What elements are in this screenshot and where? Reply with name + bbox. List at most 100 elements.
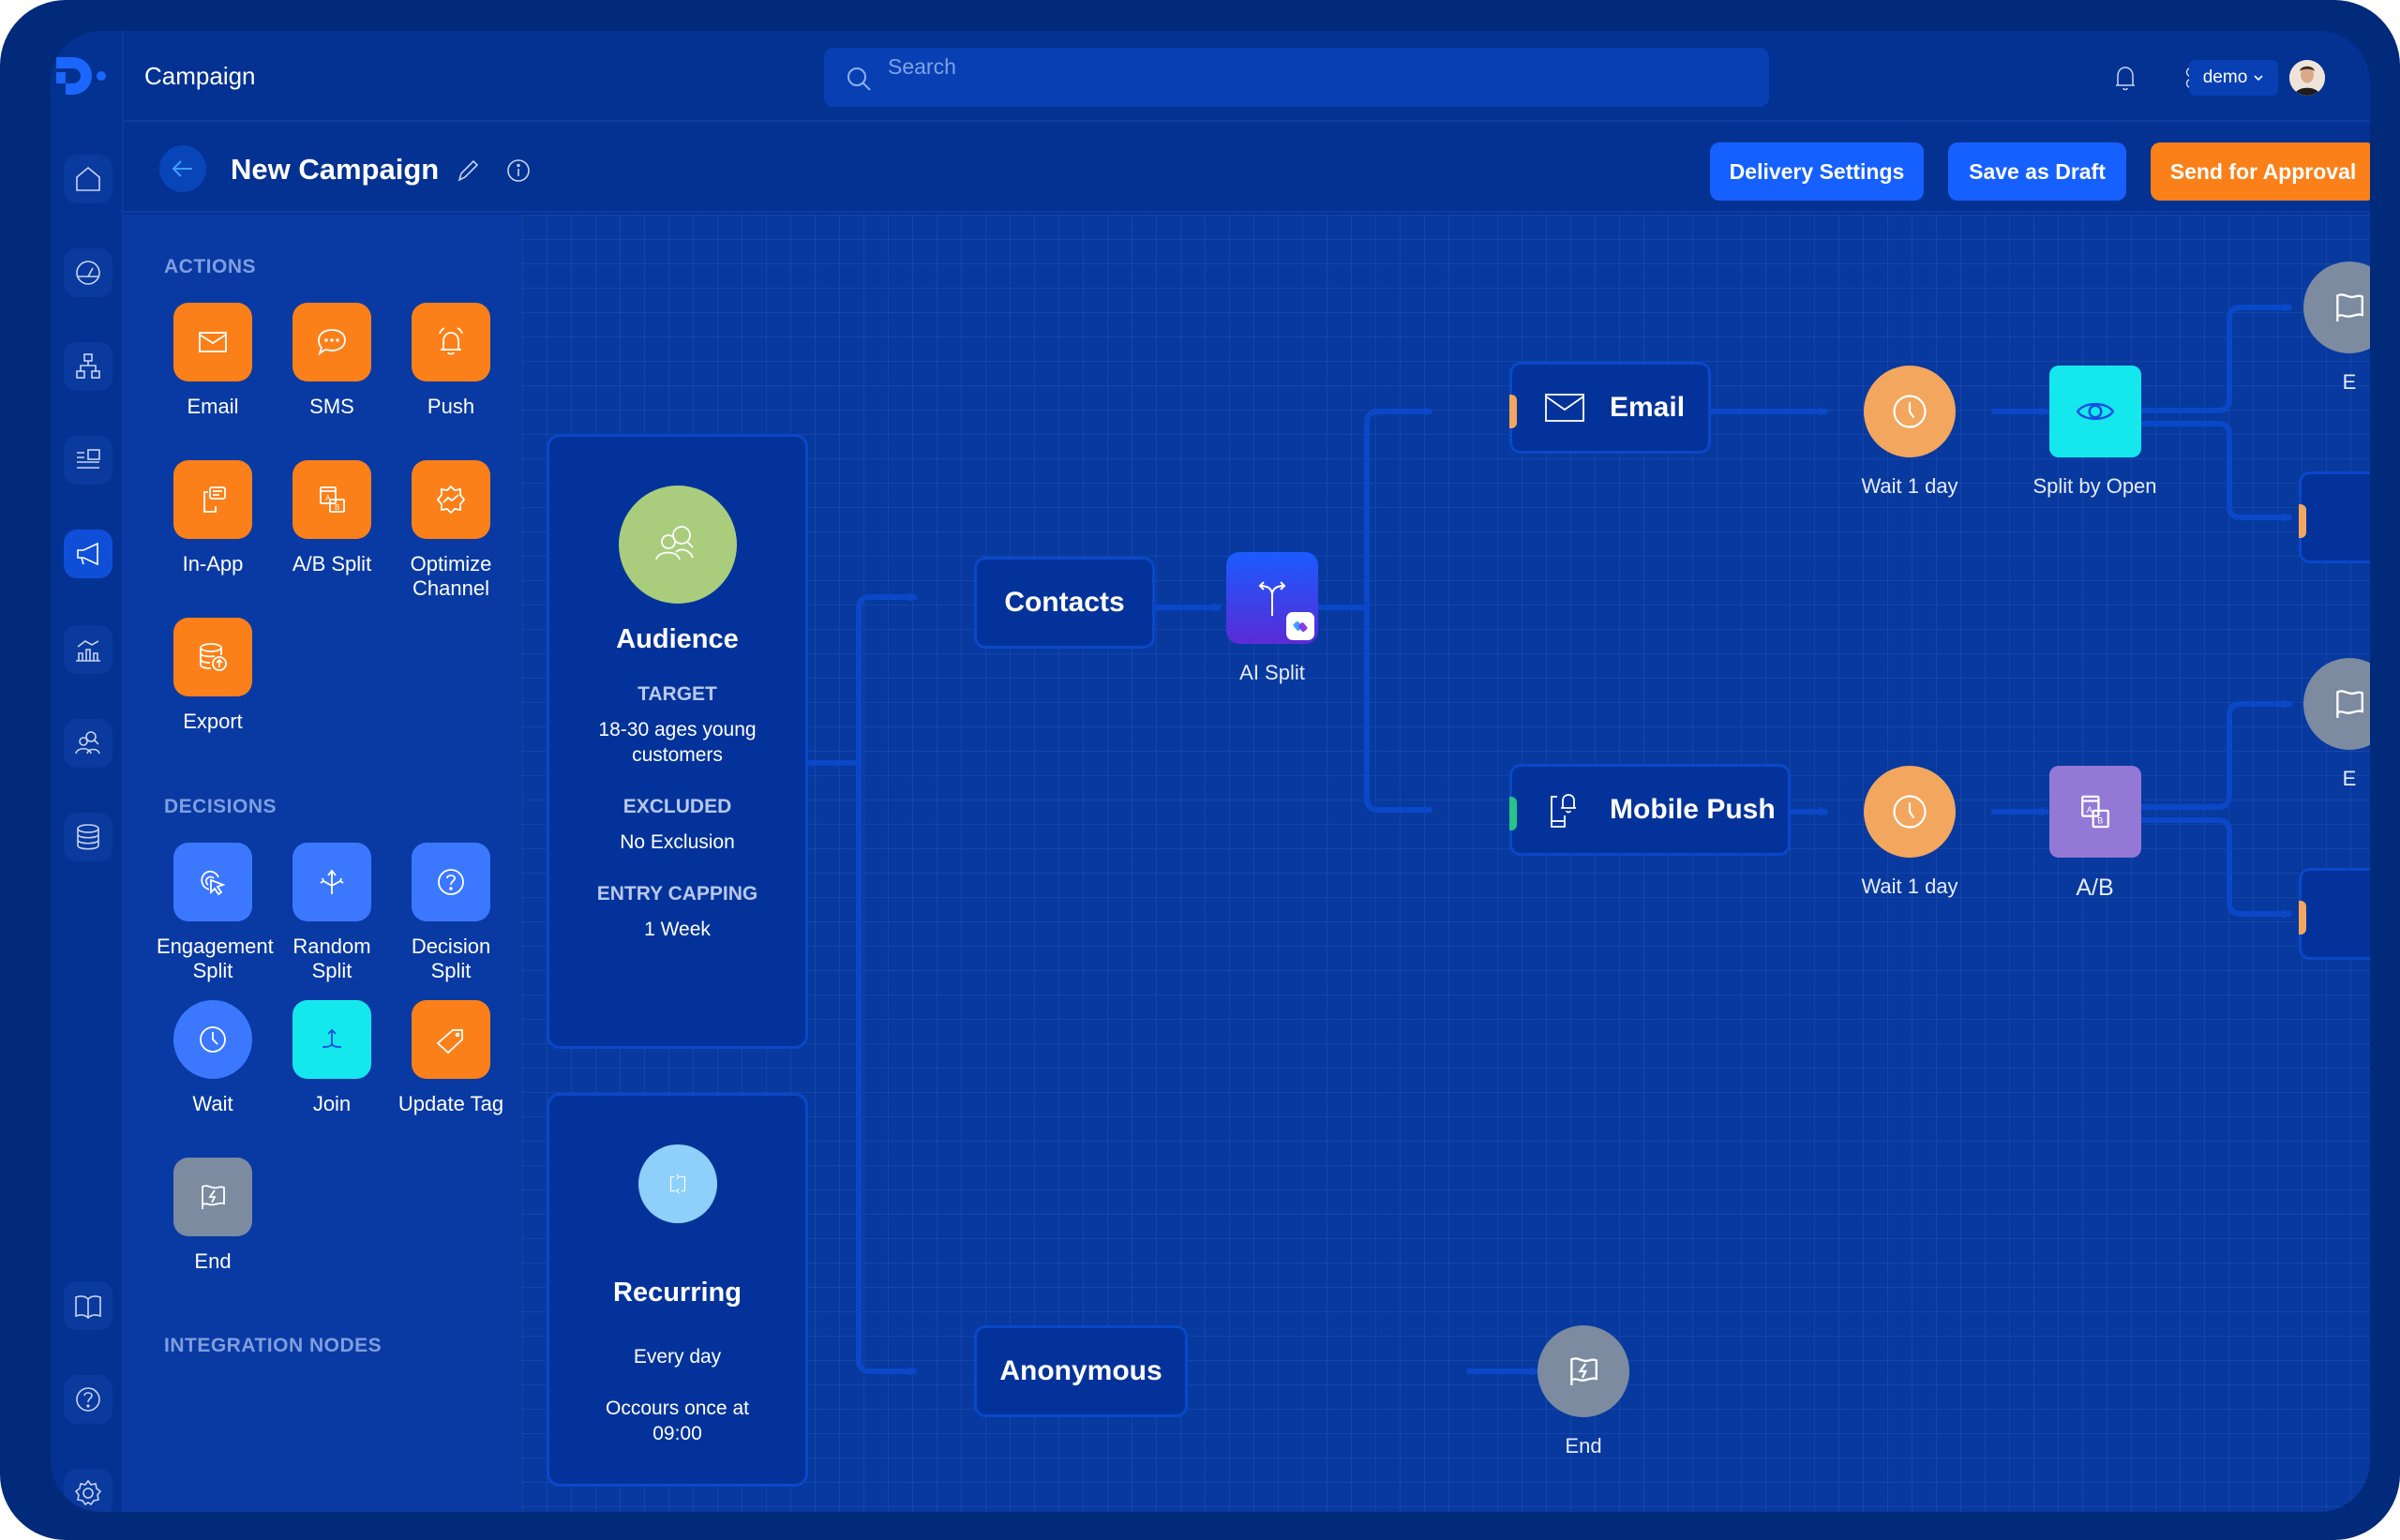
ab-tile: AB xyxy=(2048,766,2141,858)
search-box[interactable] xyxy=(824,48,1769,107)
notifications-button[interactable] xyxy=(2108,61,2142,95)
palette-item-label: Engagement Split xyxy=(157,934,274,982)
palette-item-export[interactable]: Export xyxy=(157,618,269,734)
recurring-schedule: Every day xyxy=(633,1346,722,1368)
audience-card[interactable]: Audience TARGET 18-30 ages young custome… xyxy=(547,434,808,1049)
email-node-label: Email xyxy=(1610,392,1686,423)
palette-item-label: Wait xyxy=(192,1092,233,1115)
contacts-node[interactable]: Contacts xyxy=(974,557,1155,649)
rail-home-button[interactable] xyxy=(64,155,112,203)
edge-branch-push xyxy=(1364,607,1433,815)
palette-item-in-app[interactable]: In-App xyxy=(157,460,269,576)
channel-node-partial-1[interactable] xyxy=(2299,471,2370,563)
info-button[interactable] xyxy=(504,157,532,185)
palette-item-wait[interactable]: Wait xyxy=(157,1000,269,1116)
search-input[interactable] xyxy=(888,48,1732,85)
database-icon xyxy=(77,824,99,850)
audience-capping-label: ENTRY CAPPING xyxy=(596,883,758,905)
wait-push-node[interactable]: Wait 1 day xyxy=(1844,766,1975,899)
palette-item-email[interactable]: Email xyxy=(157,303,269,419)
split-by-open-node[interactable]: Split by Open xyxy=(2022,366,2168,499)
node-palette: ACTIONS Email SMS Push In-App AB A/B Spl… xyxy=(124,215,522,1512)
anonymous-node[interactable]: Anonymous xyxy=(974,1325,1188,1417)
click-pointer-icon xyxy=(201,870,226,896)
wait-email-label: Wait 1 day xyxy=(1861,474,1958,498)
palette-item-label: SMS xyxy=(309,395,354,418)
user-menu[interactable]: demo xyxy=(2189,60,2278,96)
palette-item-decision-split[interactable]: Decision Split xyxy=(395,843,507,983)
ai-split-label: AI Split xyxy=(1239,661,1305,684)
wait-email-node[interactable]: Wait 1 day xyxy=(1844,366,1975,499)
gauge-icon xyxy=(76,261,100,285)
palette-item-push[interactable]: Push xyxy=(395,303,507,419)
rail-campaigns-button[interactable] xyxy=(64,530,112,578)
campaign-toolbar: New Campaign Delivery Settings Save as D… xyxy=(124,122,2370,213)
back-button[interactable] xyxy=(159,145,206,192)
user-avatar[interactable] xyxy=(2289,60,2325,96)
rail-audiences-button[interactable] xyxy=(64,719,112,768)
palette-item-optimize-channel[interactable]: Optimize Channel xyxy=(395,460,507,601)
brand-logo[interactable] xyxy=(52,50,112,108)
rail-data-button[interactable] xyxy=(64,813,112,861)
audience-excluded-label: EXCLUDED xyxy=(622,796,732,817)
palette-item-join[interactable]: Join xyxy=(276,1000,388,1116)
rail-settings-button[interactable] xyxy=(64,1469,112,1512)
palette-item-label: A/B Split xyxy=(292,552,372,576)
gear-icon xyxy=(74,1479,102,1506)
avatar-image xyxy=(2289,60,2325,96)
palette-item-random-split[interactable]: Random Split xyxy=(276,843,388,983)
chart-icon xyxy=(76,640,100,662)
ab-node[interactable]: AB A/B xyxy=(2022,766,2168,902)
svg-text:B: B xyxy=(2097,816,2103,826)
rail-hierarchy-button[interactable] xyxy=(64,342,112,391)
campaign-title: New Campaign xyxy=(231,153,440,186)
email-channel-stripe xyxy=(1509,395,1517,428)
flag-bolt-icon xyxy=(1570,1357,1598,1385)
palette-item-engagement-split[interactable]: Engagement Split xyxy=(157,843,274,983)
send-approval-button[interactable]: Send for Approval xyxy=(2151,142,2370,201)
wait-push-circle xyxy=(1864,766,1956,858)
palette-item-ab-split[interactable]: AB A/B Split xyxy=(276,460,388,576)
push-channel-stripe xyxy=(1509,797,1517,830)
recurring-title: Recurring xyxy=(613,1278,742,1308)
end-partial-label: E xyxy=(2342,370,2357,394)
rail-dashboard-button[interactable] xyxy=(64,248,112,297)
chevron-down-icon xyxy=(2254,75,2263,82)
ai-split-node[interactable]: AI Split xyxy=(1207,552,1338,685)
mobile-push-node[interactable]: Mobile Push xyxy=(1509,764,1791,856)
palette-item-end[interactable]: End xyxy=(157,1158,269,1274)
rail-help-button[interactable] xyxy=(64,1375,112,1424)
svg-text:A: A xyxy=(2086,805,2092,815)
edit-title-button[interactable] xyxy=(454,157,482,185)
ab-label: A/B xyxy=(2076,875,2114,901)
partial-stripe xyxy=(2299,901,2306,934)
clock-icon xyxy=(1893,395,1927,428)
flow-canvas[interactable]: Audience TARGET 18-30 ages young custome… xyxy=(522,215,2370,1512)
channel-node-partial-2[interactable] xyxy=(2299,868,2370,960)
rail-docs-button[interactable] xyxy=(64,1281,112,1330)
palette-item-sms[interactable]: SMS xyxy=(276,303,388,419)
eye-icon xyxy=(2076,402,2114,421)
save-draft-button[interactable]: Save as Draft xyxy=(1948,142,2126,201)
rail-analytics-button[interactable] xyxy=(64,625,112,674)
flag-bolt-icon xyxy=(2336,293,2363,321)
recurring-card[interactable]: Recurring Every day Occours once at 09:0… xyxy=(547,1093,808,1487)
palette-item-label: Export xyxy=(183,710,243,733)
megaphone-icon xyxy=(77,542,98,566)
book-icon xyxy=(75,1295,101,1320)
end-node-partial-2[interactable]: E xyxy=(2303,658,2370,791)
delivery-settings-button[interactable]: Delivery Settings xyxy=(1710,142,1924,201)
palette-item-update-tag[interactable]: Update Tag xyxy=(395,1000,507,1116)
recurring-occurrence: Occours once at 09:00 xyxy=(606,1398,749,1444)
section-integrations-heading: INTEGRATION NODES xyxy=(164,1335,382,1356)
ab-split-icon: AB xyxy=(320,486,345,513)
edge-branch-email xyxy=(1364,407,1433,607)
recurring-icon-circle xyxy=(638,1144,717,1223)
end-node[interactable]: End xyxy=(1531,1325,1636,1458)
rail-content-button[interactable] xyxy=(64,436,112,485)
end-node-partial-1[interactable]: E xyxy=(2303,262,2370,395)
section-decisions-heading: DECISIONS xyxy=(164,796,278,817)
palette-item-label: Decision Split xyxy=(411,934,491,982)
bell-icon xyxy=(2116,67,2135,91)
email-node[interactable]: Email xyxy=(1509,362,1711,454)
